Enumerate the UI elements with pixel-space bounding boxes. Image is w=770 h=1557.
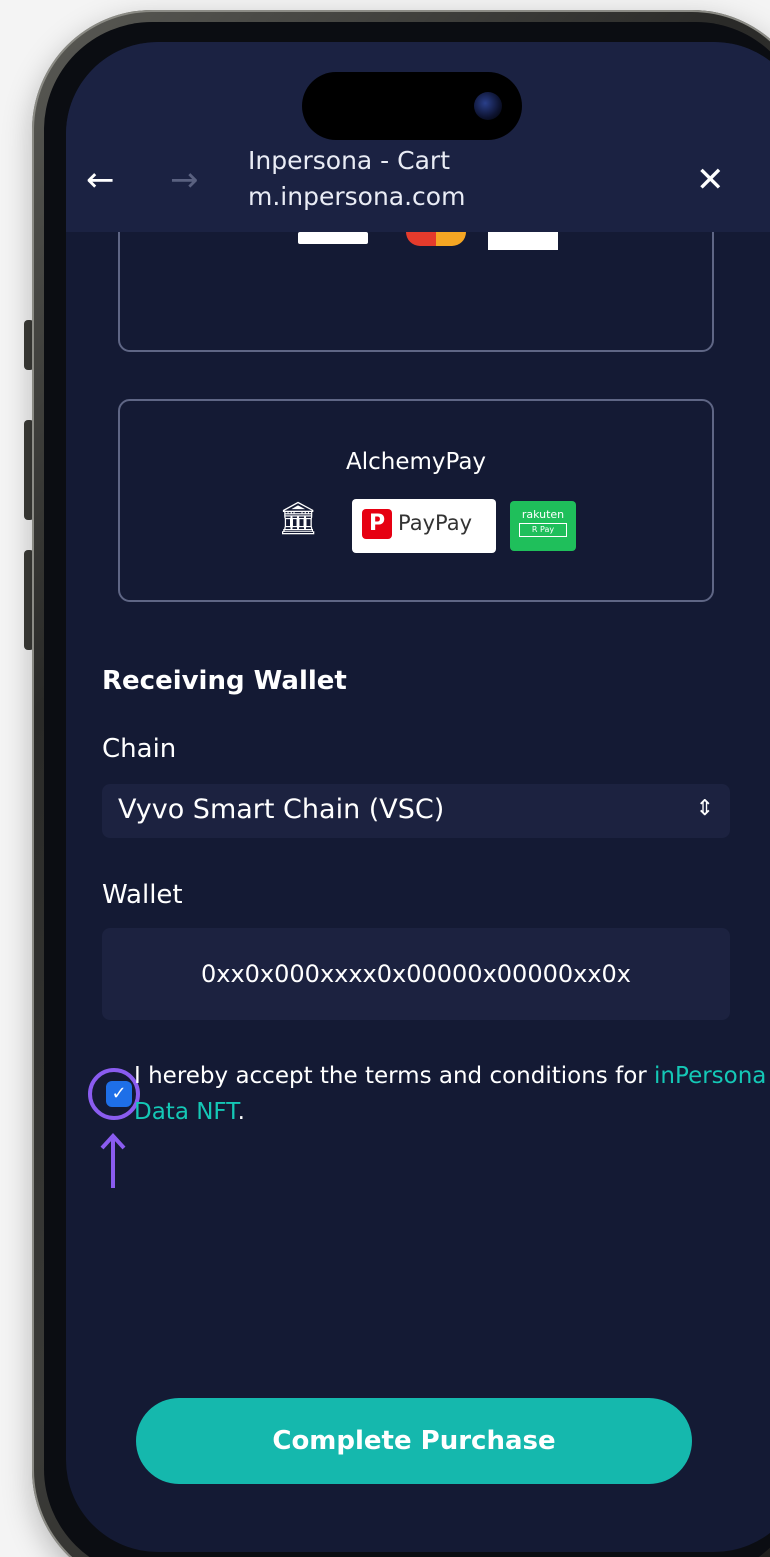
complete-purchase-button[interactable]: Complete Purchase [136, 1398, 692, 1484]
browser-header: ← → Inpersona - Cart m.inpersona.com ✕ [66, 42, 770, 232]
paypay-mark-icon: P [362, 509, 392, 539]
phone-screen: ← → Inpersona - Cart m.inpersona.com ✕ A… [66, 42, 770, 1552]
camera-icon [474, 92, 502, 120]
terms-period: . [237, 1099, 245, 1125]
chain-select[interactable]: Vyvo Smart Chain (VSC) ⇕ [102, 784, 730, 838]
paypay-label: PayPay [398, 511, 473, 535]
chevron-up-down-icon: ⇕ [695, 796, 714, 821]
dynamic-island [302, 72, 522, 140]
arrow-right-icon[interactable]: → [170, 160, 199, 200]
page: ← → Inpersona - Cart m.inpersona.com ✕ A… [0, 0, 770, 1557]
arrow-left-icon[interactable]: ← [86, 160, 115, 200]
arrow-up-icon [100, 1133, 126, 1188]
terms-checkbox[interactable]: ✓ [106, 1081, 132, 1107]
payment-option-alchemypay[interactable]: AlchemyPay 🏛 P PayPay rakuten R Pay [118, 399, 714, 602]
rakuten-pay-logo: rakuten R Pay [510, 501, 576, 551]
chain-label: Chain [102, 734, 177, 764]
page-url: m.inpersona.com [248, 182, 466, 211]
wallet-address-input[interactable]: 0xx0x000xxxx0x00000x00000xx0x [102, 928, 730, 1020]
wallet-label: Wallet [102, 880, 183, 910]
chain-select-value: Vyvo Smart Chain (VSC) [118, 794, 445, 825]
terms-label: I hereby accept the terms and conditions… [134, 1063, 655, 1089]
terms-row: ✓ I hereby accept the terms and conditio… [106, 1058, 768, 1130]
alchemypay-title: AlchemyPay [345, 449, 487, 475]
paypay-logo: P PayPay [352, 499, 496, 553]
bank-icon: 🏛 [278, 499, 319, 537]
rakuten-sub-label: R Pay [519, 523, 567, 537]
close-icon[interactable]: ✕ [696, 160, 725, 200]
terms-text: I hereby accept the terms and conditions… [128, 1058, 768, 1130]
page-title: Inpersona - Cart [248, 146, 451, 175]
receiving-wallet-title: Receiving Wallet [102, 666, 347, 696]
rakuten-label: rakuten [521, 508, 565, 521]
